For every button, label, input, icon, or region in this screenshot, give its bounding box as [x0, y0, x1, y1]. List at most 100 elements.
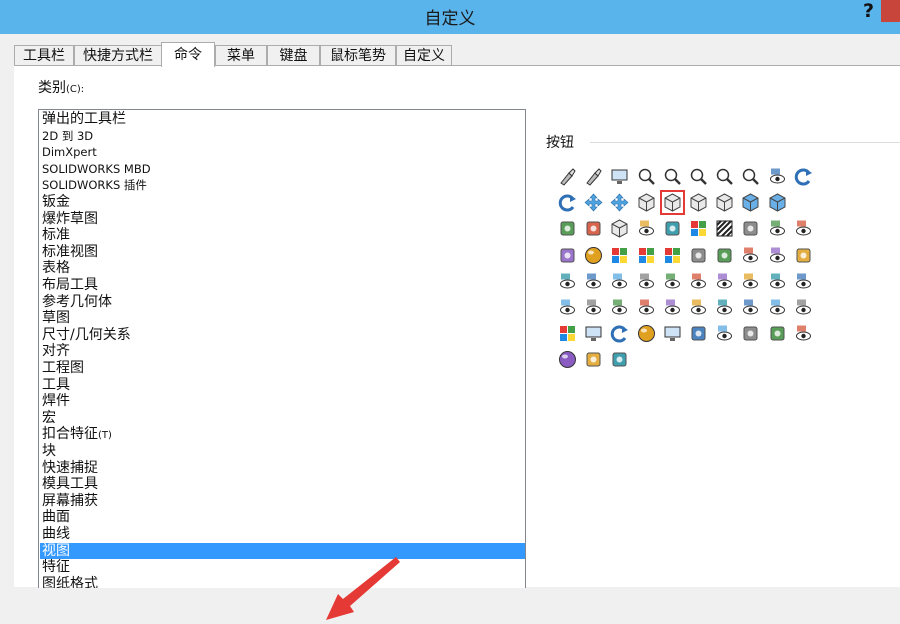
monitor-icon[interactable] — [610, 167, 629, 186]
ambient-occlusion-icon[interactable] — [558, 350, 577, 369]
category-item[interactable]: 参考几何体 — [40, 294, 525, 310]
cube-hidden-lines-icon[interactable] — [689, 193, 708, 212]
view-3d-sketch-icon[interactable] — [768, 272, 787, 291]
pan-icon[interactable] — [584, 193, 603, 212]
cube-shaded-icon[interactable] — [637, 193, 656, 212]
view-axes-icon[interactable] — [558, 272, 577, 291]
cube-blue-icon[interactable] — [741, 193, 760, 212]
tab-menus[interactable]: 菜单 — [215, 45, 267, 66]
category-item[interactable]: 快速捕捉 — [40, 460, 525, 476]
display-pane-icon[interactable] — [794, 246, 813, 265]
category-item[interactable]: 曲面 — [40, 509, 525, 525]
view-parts-icon[interactable] — [768, 298, 787, 317]
category-item[interactable]: 爆炸草图 — [40, 211, 525, 227]
category-item[interactable]: 表格 — [40, 260, 525, 276]
move-arrows-icon[interactable] — [610, 193, 629, 212]
zoom-in-out-icon[interactable] — [637, 167, 656, 186]
category-item[interactable]: 视图 — [40, 542, 525, 559]
tab-commands[interactable]: 命令 — [161, 42, 215, 67]
category-item[interactable]: DimXpert — [40, 144, 525, 160]
screen-capture-icon[interactable] — [663, 324, 682, 343]
category-item[interactable]: 焊件 — [40, 393, 525, 409]
section-view-icon[interactable] — [558, 219, 577, 238]
view-cameras-icon[interactable] — [689, 298, 708, 317]
view-curves-icon[interactable] — [689, 272, 708, 291]
cube-outline-icon[interactable] — [715, 193, 734, 212]
sphere-appearance-icon[interactable] — [584, 246, 603, 265]
edit-appearance-icon[interactable] — [715, 246, 734, 265]
category-item[interactable]: 布局工具 — [40, 277, 525, 293]
color-palette-icon[interactable] — [637, 246, 656, 265]
view-d1-icon[interactable] — [584, 298, 603, 317]
view-eye-icon[interactable] — [741, 246, 760, 265]
rotate-view-icon[interactable] — [794, 167, 813, 186]
flashlight-icon[interactable] — [558, 167, 577, 186]
category-item[interactable]: 尺寸/几何关系 — [40, 327, 525, 343]
view-sphere-icon[interactable] — [794, 298, 813, 317]
rotate-about-icon[interactable] — [610, 324, 629, 343]
abc-settings-icon[interactable] — [768, 324, 787, 343]
category-item[interactable]: 标准视图 — [40, 244, 525, 260]
category-item[interactable]: SOLIDWORKS MBD — [40, 161, 525, 177]
category-item[interactable]: 宏 — [40, 410, 525, 426]
view-clip-icon[interactable] — [794, 324, 813, 343]
category-item[interactable]: 扣合特征(T) — [40, 426, 525, 442]
scene-icon[interactable] — [558, 246, 577, 265]
print-icon[interactable] — [584, 324, 603, 343]
category-item[interactable]: 弹出的工具栏 — [40, 111, 525, 127]
view-gray-icon[interactable] — [637, 219, 656, 238]
zoom-area-icon[interactable] — [689, 167, 708, 186]
view-lights-icon[interactable] — [663, 298, 682, 317]
view-markup-icon[interactable] — [715, 324, 734, 343]
flashlight-arrow-icon[interactable] — [584, 167, 603, 186]
category-item[interactable]: SOLIDWORKS 插件 — [40, 177, 525, 193]
category-item[interactable]: 标准 — [40, 227, 525, 243]
category-item[interactable]: 特征 — [40, 559, 525, 575]
view-points-icon[interactable] — [610, 272, 629, 291]
view-planes-icon[interactable] — [584, 272, 603, 291]
tab-mouse-gestures[interactable]: 鼠标笔势 — [320, 45, 396, 66]
view-routing-icon[interactable] — [637, 298, 656, 317]
category-item[interactable]: 块 — [40, 443, 525, 459]
category-item[interactable]: 屏幕捕获 — [40, 493, 525, 509]
help-button[interactable]: ? — [863, 0, 874, 22]
render-icon[interactable] — [558, 324, 577, 343]
selection-box-icon[interactable] — [610, 350, 629, 369]
zoom-to-fit-icon[interactable] — [663, 167, 682, 186]
view-weld-icon[interactable] — [741, 298, 760, 317]
view-origins-icon[interactable] — [663, 272, 682, 291]
zebra-stripes-icon[interactable] — [715, 219, 734, 238]
decal-icon[interactable] — [610, 246, 629, 265]
roll-view-icon[interactable] — [558, 193, 577, 212]
zoom-in-icon[interactable] — [715, 167, 734, 186]
scene-colors-icon[interactable] — [663, 246, 682, 265]
view-dimensions-icon[interactable] — [794, 272, 813, 291]
perspective-icon[interactable] — [584, 219, 603, 238]
cloud-icon[interactable] — [689, 324, 708, 343]
category-item[interactable]: 工具 — [40, 377, 525, 393]
display-states-icon[interactable] — [584, 350, 603, 369]
close-button[interactable] — [881, 0, 900, 22]
category-item[interactable]: 曲线 — [40, 526, 525, 542]
appearance-paint-icon[interactable] — [689, 246, 708, 265]
capture-icon[interactable] — [637, 324, 656, 343]
category-item[interactable]: 图纸格式 — [40, 576, 525, 588]
category-item[interactable]: 草图 — [40, 310, 525, 326]
cube-light-blue-icon[interactable] — [768, 193, 787, 212]
rainbow-icon[interactable] — [689, 219, 708, 238]
view-zoom-icon[interactable] — [768, 219, 787, 238]
category-item[interactable]: 2D 到 3D — [40, 128, 525, 144]
category-list[interactable]: 弹出的工具栏 2D 到 3D DimXpert SOLIDWORKS MBD SOLID… — [38, 109, 526, 588]
tab-toolbars[interactable]: 工具栏 — [14, 45, 74, 66]
zoom-selection-icon[interactable] — [741, 167, 760, 186]
category-item[interactable]: 钣金 — [40, 194, 525, 210]
tab-customization[interactable]: 自定义 — [396, 45, 452, 66]
tab-keyboard[interactable]: 键盘 — [267, 45, 320, 66]
category-item[interactable]: 对齐 — [40, 343, 525, 359]
tab-shortcut-bars[interactable]: 快捷方式栏 — [74, 45, 162, 66]
camera-view-icon[interactable] — [663, 219, 682, 238]
view-decals-icon[interactable] — [715, 298, 734, 317]
view-annotations-icon[interactable] — [558, 298, 577, 317]
cube-gray-icon[interactable] — [610, 219, 629, 238]
view-coordinates-icon[interactable] — [637, 272, 656, 291]
